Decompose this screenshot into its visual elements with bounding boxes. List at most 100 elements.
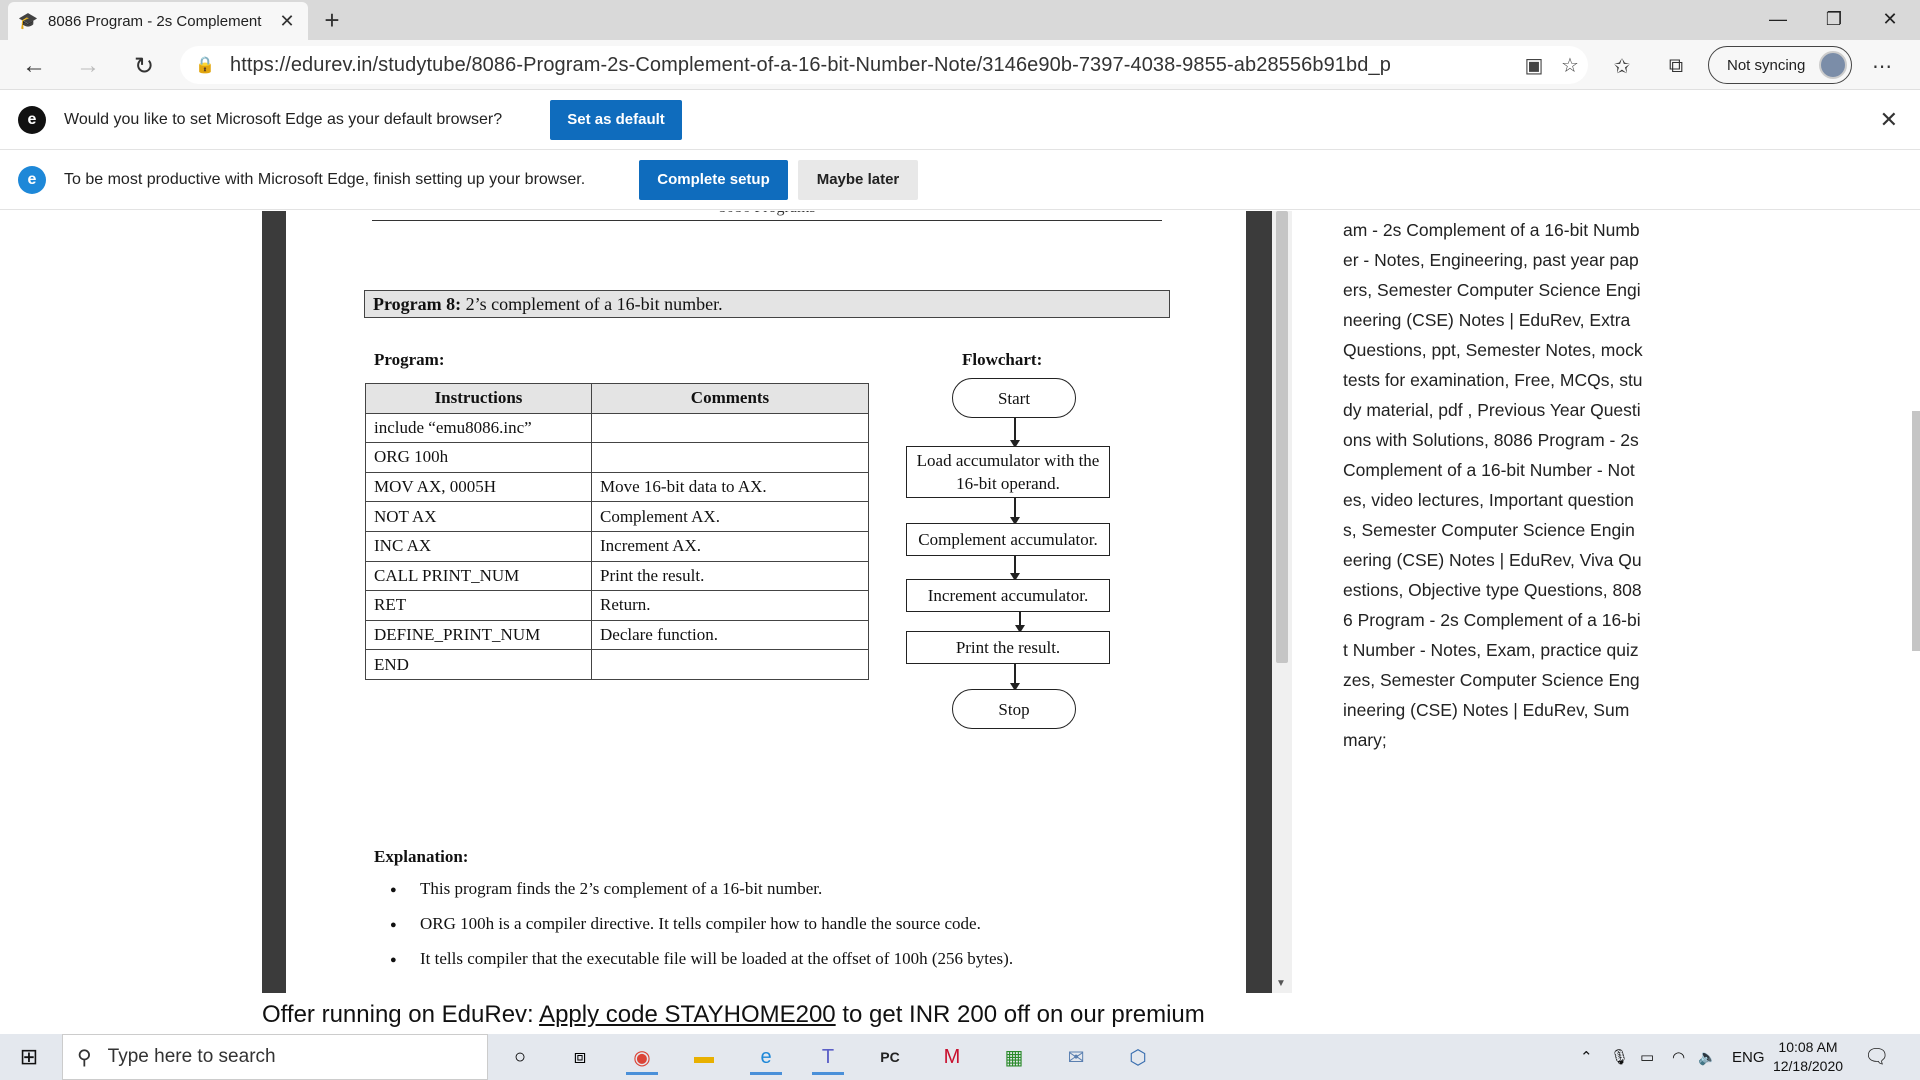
emulator-icon[interactable]: ▦ bbox=[996, 1039, 1032, 1075]
page-header: 8086 Programs bbox=[372, 211, 1162, 221]
table-row: MOV AX, 0005H Move 16-bit data to AX. bbox=[365, 471, 869, 503]
comment-cell bbox=[591, 412, 869, 444]
address-bar[interactable]: 🔒 https://edurev.in/studytube/8086-Progr… bbox=[180, 46, 1588, 84]
table-row: RET Return. bbox=[365, 590, 869, 621]
file-explorer-icon[interactable]: ▬ bbox=[686, 1039, 722, 1075]
volume-icon[interactable]: 🔈 bbox=[1698, 1034, 1717, 1080]
instruction-cell: CALL PRINT_NUM bbox=[365, 560, 592, 592]
flowchart-arrow bbox=[1015, 612, 1025, 633]
immersive-reader-icon[interactable]: ▣ bbox=[1516, 47, 1552, 83]
active-indicator bbox=[750, 1072, 782, 1075]
cortana-icon[interactable]: ○ bbox=[502, 1039, 538, 1075]
chrome-icon[interactable]: ◉ bbox=[624, 1039, 660, 1075]
url-text[interactable]: https://edurev.in/studytube/8086-Program… bbox=[230, 54, 1516, 77]
pycharm-icon[interactable]: PC bbox=[872, 1039, 908, 1075]
default-browser-infobar: e Would you like to set Microsoft Edge a… bbox=[0, 90, 1920, 150]
collections-icon[interactable]: ⧉ bbox=[1658, 48, 1694, 84]
refresh-button[interactable]: ↻ bbox=[126, 48, 162, 84]
battery-icon[interactable]: ▭ bbox=[1640, 1034, 1654, 1080]
wifi-icon[interactable]: ◠ bbox=[1672, 1034, 1685, 1080]
virtualbox-icon[interactable]: ⬡ bbox=[1120, 1039, 1156, 1075]
browser-tab[interactable]: 🎓 8086 Program - 2s Complement ✕ bbox=[8, 2, 308, 40]
more-menu-icon[interactable]: ⋯ bbox=[1864, 48, 1900, 84]
column-header-instructions: Instructions bbox=[365, 383, 592, 414]
instruction-cell: MOV AX, 0005H bbox=[365, 471, 592, 503]
language-indicator[interactable]: ENG bbox=[1732, 1034, 1765, 1080]
scroll-thumb[interactable] bbox=[1276, 211, 1288, 663]
show-hidden-icons[interactable]: ⌃ bbox=[1580, 1034, 1593, 1080]
close-window-button[interactable]: ✕ bbox=[1860, 0, 1920, 38]
instruction-cell: NOT AX bbox=[365, 501, 592, 532]
comment-cell: Return. bbox=[591, 590, 869, 621]
notifications-icon[interactable]: 🗨 bbox=[1864, 1044, 1889, 1069]
flowchart-arrow bbox=[1010, 418, 1020, 448]
instruction-cell: include “emu8086.inc” bbox=[365, 412, 592, 444]
active-indicator bbox=[812, 1072, 844, 1075]
flowchart-label: Flowchart: bbox=[962, 350, 1043, 369]
seo-description: am - 2s Complement of a 16-bit Number - … bbox=[1343, 220, 1643, 750]
document-scrollbar[interactable]: ▼ bbox=[1272, 211, 1292, 993]
edge-icon[interactable]: e bbox=[748, 1039, 784, 1075]
instruction-cell: INC AX bbox=[365, 530, 592, 562]
program-title: Program 8: 2’s complement of a 16-bit nu… bbox=[364, 290, 1170, 318]
new-tab-button[interactable]: + bbox=[318, 5, 346, 35]
microphone-icon[interactable]: 🎙 bbox=[1610, 1034, 1629, 1080]
instruction-cell: RET bbox=[365, 590, 592, 621]
comment-cell: Complement AX. bbox=[591, 501, 869, 532]
flowchart-print-step: Print the result. bbox=[906, 631, 1110, 664]
search-icon: ⚲ bbox=[77, 1046, 92, 1069]
flowchart-arrow bbox=[1010, 556, 1020, 581]
flowchart-increment-step: Increment accumulator. bbox=[906, 579, 1110, 612]
clock[interactable]: 10:08 AM 12/18/2020 bbox=[1768, 1038, 1848, 1076]
task-view-icon[interactable]: ⧈ bbox=[562, 1039, 598, 1075]
page-scrollbar[interactable] bbox=[1912, 411, 1920, 651]
set-default-button[interactable]: Set as default bbox=[550, 99, 682, 140]
setup-text: To be most productive with Microsoft Edg… bbox=[64, 170, 586, 188]
explanation-label: Explanation: bbox=[374, 847, 469, 866]
mcafee-icon[interactable]: M bbox=[934, 1039, 970, 1075]
instruction-cell: END bbox=[365, 649, 592, 680]
profile-sync-button[interactable]: Not syncing bbox=[1708, 46, 1852, 84]
list-item: It tells compiler that the executable fi… bbox=[390, 949, 1013, 984]
comment-cell bbox=[591, 649, 869, 680]
minimize-button[interactable]: — bbox=[1748, 0, 1808, 38]
scroll-down-icon[interactable]: ▼ bbox=[1276, 978, 1286, 989]
teams-icon[interactable]: T bbox=[810, 1039, 846, 1075]
offer-banner: Offer running on EduRev: Apply code STAY… bbox=[262, 1001, 1205, 1029]
graduation-cap-icon: 🎓 bbox=[18, 13, 38, 30]
list-item: This program finds the 2’s complement of… bbox=[390, 879, 1013, 914]
table-row: END bbox=[365, 649, 869, 680]
address-toolbar: ← → ↻ 🔒 https://edurev.in/studytube/8086… bbox=[0, 40, 1920, 90]
document-page: 8086 Programs Program 8: 2’s complement … bbox=[286, 211, 1246, 993]
explanation-list: This program finds the 2’s complement of… bbox=[390, 879, 1013, 984]
table-row: DEFINE_PRINT_NUM Declare function. bbox=[365, 619, 869, 651]
offer-prefix: Offer running on EduRev: bbox=[262, 1001, 540, 1028]
complete-setup-button[interactable]: Complete setup bbox=[639, 159, 788, 200]
instruction-cell: DEFINE_PRINT_NUM bbox=[365, 619, 592, 651]
table-row: include “emu8086.inc” bbox=[365, 412, 869, 444]
favorite-star-icon[interactable]: ☆ bbox=[1552, 47, 1588, 83]
program-table: Instructions Comments include “emu8086.i… bbox=[365, 383, 869, 680]
list-item: ORG 100h is a compiler directive. It tel… bbox=[390, 914, 1013, 949]
comment-cell: Increment AX. bbox=[591, 530, 869, 562]
program-number: Program 8: bbox=[373, 294, 462, 314]
close-tab-icon[interactable]: ✕ bbox=[276, 10, 298, 32]
windows-start-icon[interactable]: ⊞ bbox=[0, 1034, 58, 1080]
taskbar: ⊞ ⚲ Type here to search ○ ⧈ ◉ ▬ e T PC M… bbox=[0, 1034, 1920, 1080]
lock-icon[interactable]: 🔒 bbox=[194, 54, 216, 76]
sync-label: Not syncing bbox=[1727, 56, 1806, 74]
maximize-button[interactable]: ❐ bbox=[1804, 0, 1864, 38]
table-row: ORG 100h bbox=[365, 442, 869, 473]
maybe-later-button[interactable]: Maybe later bbox=[798, 159, 918, 200]
forward-button[interactable]: → bbox=[70, 48, 106, 84]
mail-icon[interactable]: ✉ bbox=[1058, 1039, 1094, 1075]
default-browser-text: Would you like to set Microsoft Edge as … bbox=[64, 110, 503, 128]
active-indicator bbox=[626, 1072, 658, 1075]
close-infobar-icon[interactable]: ✕ bbox=[1880, 107, 1898, 133]
table-header-row: Instructions Comments bbox=[365, 383, 869, 414]
favorites-icon[interactable]: ✩ bbox=[1604, 48, 1640, 84]
taskbar-search[interactable]: ⚲ Type here to search bbox=[62, 1034, 488, 1080]
offer-link[interactable]: Apply code STAYHOME200 bbox=[539, 1001, 836, 1028]
back-button[interactable]: ← bbox=[16, 48, 52, 84]
comment-cell: Declare function. bbox=[591, 619, 869, 651]
